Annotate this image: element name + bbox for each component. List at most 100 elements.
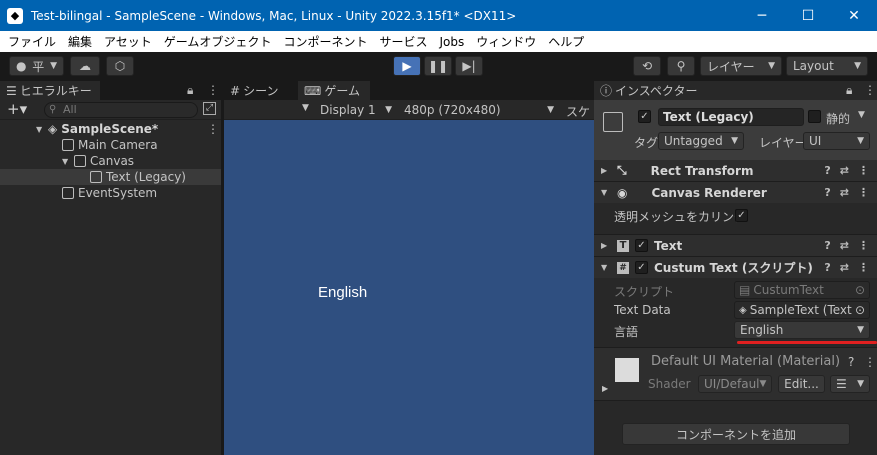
menu-jobs[interactable]: Jobs <box>433 35 470 49</box>
hierarchy-item-eventsystem[interactable]: EventSystem <box>0 185 221 201</box>
preset-icon[interactable]: ⇄ <box>840 239 849 252</box>
object-name: Text (Legacy) <box>663 110 754 124</box>
menu-file[interactable]: ファイル <box>2 33 62 50</box>
help-icon[interactable]: ? <box>848 355 854 369</box>
menu-edit[interactable]: 編集 <box>62 33 98 50</box>
more-icon[interactable]: ⋮ <box>858 239 869 252</box>
tab-hierarchy[interactable]: ☰ ヒエラルキー <box>0 81 100 100</box>
help-icon[interactable]: ? <box>824 186 830 199</box>
chevron-down-icon[interactable]: ▼ <box>858 110 865 120</box>
chevron-down-icon[interactable]: ▼ <box>36 125 44 134</box>
material-name: Default UI Material (Material) <box>651 354 841 369</box>
text-data-field[interactable]: ◈ SampleText (Text ⊙ <box>734 301 870 319</box>
menu-window[interactable]: ウィンドウ <box>470 33 542 50</box>
preset-icon[interactable]: ⇄ <box>840 261 849 274</box>
more-icon[interactable]: ⋮ <box>858 261 869 274</box>
more-icon[interactable]: ⋮ <box>858 164 869 177</box>
chevron-right-icon[interactable]: ▶ <box>601 241 609 250</box>
chevron-down-icon[interactable]: ▼ <box>601 263 609 272</box>
target-icon[interactable]: ⊙ <box>854 303 865 317</box>
tag-dropdown[interactable]: Untagged ▼ <box>658 132 744 150</box>
layers-dropdown[interactable]: レイヤー ▼ <box>700 56 782 76</box>
add-icon[interactable]: +▾ <box>7 100 27 118</box>
history-button[interactable]: ⟲ <box>633 56 661 76</box>
preset-icon[interactable]: ⇄ <box>840 186 849 199</box>
expand-icon[interactable]: ⤢ <box>203 102 216 115</box>
menu-services[interactable]: サービス <box>373 33 433 50</box>
step-icon: ▶| <box>462 59 476 73</box>
help-icon[interactable]: ? <box>824 261 830 274</box>
unity-icon: ◆ <box>7 7 23 24</box>
shader-dropdown[interactable]: UI/Defaul ▼ <box>698 375 772 393</box>
material-menu-button[interactable]: ☰ ▼ <box>830 375 870 393</box>
preset-icon[interactable]: ⇄ <box>840 164 849 177</box>
static-label: 静的 <box>826 112 851 126</box>
search-placeholder: All <box>63 103 77 116</box>
script-file-icon: ▤ <box>739 283 751 297</box>
account-dropdown[interactable]: ● 平 ▼ <box>9 56 64 76</box>
hierarchy-item-main-camera[interactable]: Main Camera <box>0 137 221 153</box>
more-icon[interactable]: ⋮ <box>864 355 876 369</box>
tab-game[interactable]: ⌨ ゲーム <box>298 81 370 100</box>
help-icon[interactable]: ? <box>824 239 830 252</box>
search-icon: ⚲ <box>49 104 57 115</box>
menu-assets[interactable]: アセット <box>98 33 158 50</box>
add-component-button[interactable]: コンポーネントを追加 <box>622 423 850 445</box>
layer-dropdown[interactable]: UI ▼ <box>803 132 870 150</box>
tag-label: タグ <box>634 136 659 150</box>
hierarchy-item-text-legacy[interactable]: Text (Legacy) <box>0 169 221 185</box>
collab-button[interactable]: ⬡ <box>106 56 134 76</box>
menu-component[interactable]: コンポーネント <box>277 33 373 50</box>
game-view[interactable]: English <box>224 120 594 455</box>
display-dropdown[interactable]: Display 1 ▼ <box>316 101 396 119</box>
rect-transform-header[interactable]: ▶ ⤡ Rect Transform ? ⇄ ⋮ <box>594 160 877 181</box>
text-component-header[interactable]: ▶ T ✓ Text ? ⇄ ⋮ <box>594 235 877 256</box>
maximize-button[interactable]: ☐ <box>785 0 831 31</box>
more-icon[interactable]: ⋮ <box>207 122 219 136</box>
language-dropdown[interactable]: English ▼ <box>734 321 870 339</box>
gameobject-icon <box>62 139 74 151</box>
chevron-down-icon[interactable]: ▼ <box>62 157 70 166</box>
more-icon[interactable]: ⋮ <box>207 83 219 97</box>
canvas-renderer-header[interactable]: ▼ ◉ Canvas Renderer ? ⇄ ⋮ <box>594 182 877 203</box>
pause-button[interactable]: ❚❚ <box>424 56 452 76</box>
shader-label: Shader <box>648 377 691 391</box>
menu-gameobject[interactable]: ゲームオブジェクト <box>158 33 278 50</box>
active-checkbox[interactable]: ✓ <box>638 110 651 123</box>
menu-help[interactable]: ヘルプ <box>542 33 590 50</box>
hierarchy-item-canvas[interactable]: ▼ Canvas <box>0 153 221 169</box>
step-button[interactable]: ▶| <box>455 56 483 76</box>
close-button[interactable]: ✕ <box>831 0 877 31</box>
list-icon: ☰ <box>6 83 17 98</box>
resolution-dropdown[interactable]: 480p (720x480) ▼ <box>400 101 558 119</box>
static-checkbox[interactable] <box>808 110 821 123</box>
object-name-field[interactable]: Text (Legacy) <box>658 108 804 126</box>
lock-icon[interactable]: 🔒︎ <box>187 83 193 98</box>
chevron-right-icon[interactable]: ▶ <box>602 384 608 393</box>
play-button[interactable]: ▶ <box>393 56 421 76</box>
chevron-down-icon[interactable]: ▼ <box>302 103 309 113</box>
layer-value: UI <box>809 134 822 148</box>
edit-shader-button[interactable]: Edit... <box>778 375 825 393</box>
layout-dropdown[interactable]: Layout ▼ <box>786 56 868 76</box>
custom-text-header[interactable]: ▼ # ✓ Custum Text (スクリプト) ? ⇄ ⋮ <box>594 257 877 278</box>
tab-inspector[interactable]: ⓘ インスペクター <box>594 81 714 100</box>
text-enabled-checkbox[interactable]: ✓ <box>635 239 648 252</box>
cull-transparent-checkbox[interactable]: ✓ <box>735 209 748 222</box>
more-icon[interactable]: ⋮ <box>858 186 869 199</box>
scene-row[interactable]: ▼ ◈ SampleScene* ⋮ <box>0 121 221 137</box>
chevron-down-icon[interactable]: ▼ <box>601 188 609 197</box>
chevron-right-icon[interactable]: ▶ <box>601 166 609 175</box>
minimize-button[interactable]: ─ <box>739 0 785 31</box>
help-icon[interactable]: ? <box>824 164 830 177</box>
tab-scene[interactable]: # シーン <box>224 81 296 100</box>
more-icon[interactable]: ⋮ <box>864 83 876 97</box>
info-icon: ⓘ <box>600 84 613 98</box>
lock-icon[interactable]: 🔒︎ <box>846 83 852 98</box>
rect-transform-icon: ⤡ <box>617 163 627 177</box>
cloud-icon: ☁ <box>79 59 91 73</box>
cloud-button[interactable]: ☁ <box>70 56 100 76</box>
custom-text-enabled-checkbox[interactable]: ✓ <box>635 261 648 274</box>
hierarchy-search-input[interactable]: ⚲ All <box>44 102 198 118</box>
search-button[interactable]: ⚲ <box>667 56 695 76</box>
